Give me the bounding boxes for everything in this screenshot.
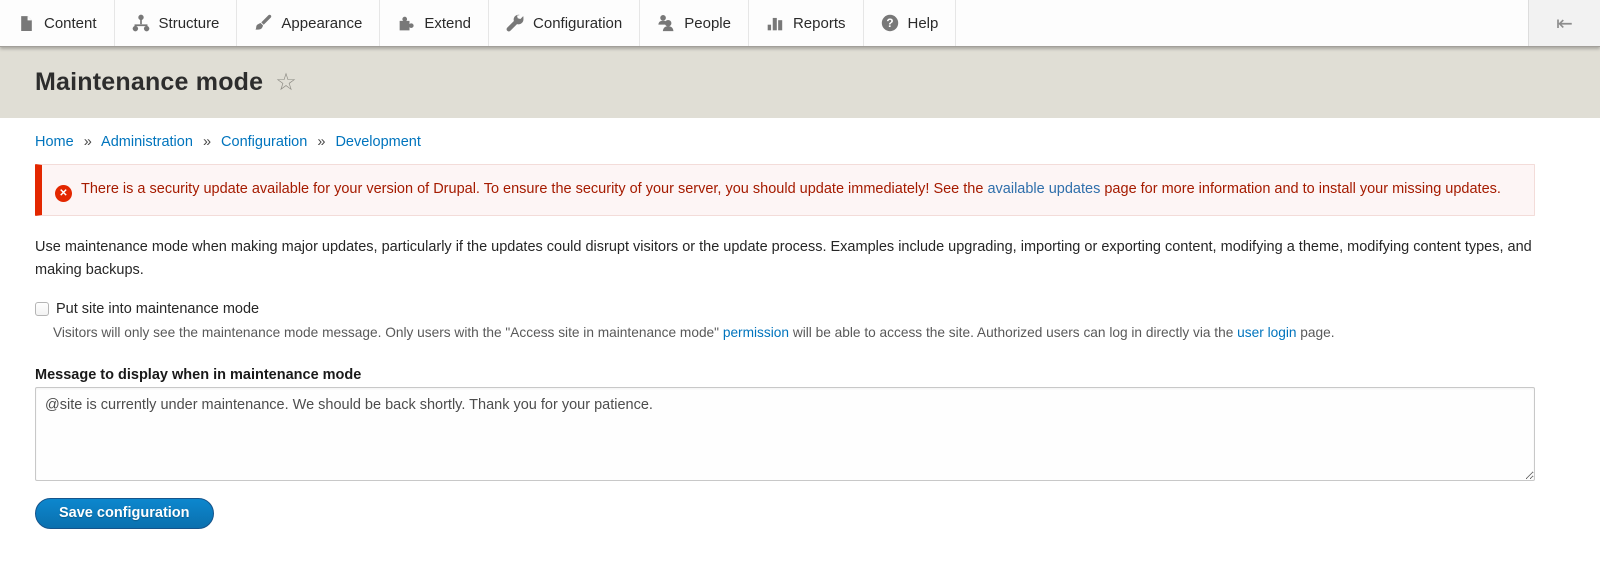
- toolbar-tab-people[interactable]: People: [640, 0, 749, 46]
- maintenance-message-label: Message to display when in maintenance m…: [35, 367, 1535, 383]
- page-title: Maintenance mode: [35, 68, 263, 97]
- toolbar-orientation-toggle-button[interactable]: ⇤: [1528, 0, 1600, 46]
- breadcrumb-link-development[interactable]: Development: [335, 134, 420, 150]
- toolbar-tab-label: Content: [44, 15, 97, 32]
- breadcrumb-separator: »: [203, 134, 211, 150]
- maintenance-mode-checkbox-row: Put site into maintenance mode: [35, 301, 1535, 317]
- user-login-link[interactable]: user login: [1237, 325, 1296, 340]
- structure-sitemap-icon: [132, 14, 150, 32]
- people-icon: [657, 14, 675, 32]
- toolbar-tab-label: Configuration: [533, 15, 622, 32]
- permission-link[interactable]: permission: [723, 325, 789, 340]
- toolbar-tab-reports[interactable]: Reports: [749, 0, 864, 46]
- available-updates-link[interactable]: available updates: [987, 181, 1100, 197]
- breadcrumb: Home » Administration » Configuration » …: [35, 134, 1535, 150]
- toolbar-tab-content[interactable]: Content: [0, 0, 115, 46]
- toolbar-tab-label: Appearance: [281, 15, 362, 32]
- toolbar-tab-extend[interactable]: Extend: [380, 0, 489, 46]
- security-update-error-message: ✕ There is a security update available fo…: [35, 164, 1535, 216]
- content-file-icon: [17, 14, 35, 32]
- toolbar-spacer: [956, 0, 1528, 46]
- checkbox-description-part1: Visitors will only see the maintenance m…: [53, 325, 723, 340]
- extend-puzzle-icon: [397, 14, 415, 32]
- shortcut-star-icon[interactable]: ☆: [275, 71, 297, 95]
- admin-toolbar: Content Structure Appearance Extend Conf…: [0, 0, 1600, 47]
- breadcrumb-separator: »: [84, 134, 92, 150]
- toolbar-tab-appearance[interactable]: Appearance: [237, 0, 380, 46]
- error-text-after-link: page for more information and to install…: [1100, 181, 1501, 197]
- toolbar-tab-label: People: [684, 15, 731, 32]
- maintenance-mode-intro-text: Use maintenance mode when making major u…: [35, 236, 1535, 282]
- breadcrumb-link-administration[interactable]: Administration: [101, 134, 193, 150]
- appearance-paintbrush-icon: [254, 14, 272, 32]
- toolbar-tab-label: Structure: [159, 15, 220, 32]
- checkbox-description-part2: will be able to access the site. Authori…: [789, 325, 1237, 340]
- reports-bar-chart-icon: [766, 14, 784, 32]
- toolbar-tab-configuration[interactable]: Configuration: [489, 0, 640, 46]
- toolbar-tab-label: Reports: [793, 15, 846, 32]
- maintenance-mode-checkbox-label[interactable]: Put site into maintenance mode: [56, 301, 259, 317]
- breadcrumb-separator: »: [317, 134, 325, 150]
- help-icon: ?: [881, 14, 899, 32]
- toolbar-tab-structure[interactable]: Structure: [115, 0, 238, 46]
- page-header: Maintenance mode ☆: [0, 47, 1600, 118]
- save-configuration-button[interactable]: Save configuration: [35, 498, 214, 529]
- toolbar-tab-label: Extend: [424, 15, 471, 32]
- maintenance-message-textarea[interactable]: @site is currently under maintenance. We…: [35, 387, 1535, 481]
- breadcrumb-link-home[interactable]: Home: [35, 134, 74, 150]
- dock-left-arrow-icon: ⇤: [1556, 11, 1573, 36]
- svg-text:?: ?: [886, 16, 893, 30]
- form-actions: Save configuration: [35, 498, 1535, 529]
- toolbar-tab-label: Help: [908, 15, 939, 32]
- configuration-wrench-icon: [506, 14, 524, 32]
- breadcrumb-link-configuration[interactable]: Configuration: [221, 134, 307, 150]
- maintenance-mode-checkbox[interactable]: [35, 302, 49, 316]
- toolbar-tab-help[interactable]: ? Help: [864, 0, 957, 46]
- checkbox-description-part3: page.: [1297, 325, 1335, 340]
- maintenance-mode-checkbox-description: Visitors will only see the maintenance m…: [53, 323, 1535, 344]
- error-circle-x-icon: ✕: [55, 185, 72, 202]
- error-text-before-link: There is a security update available for…: [81, 181, 987, 197]
